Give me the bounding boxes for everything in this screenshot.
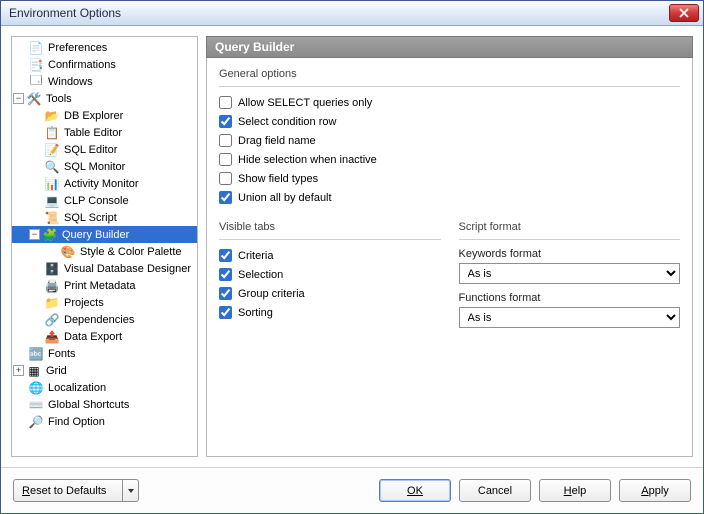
tree-item-table-editor[interactable]: 📋Table Editor <box>12 124 197 141</box>
tools-icon: 🛠️ <box>26 91 42 107</box>
tree-item-sql-script[interactable]: 📜SQL Script <box>12 209 197 226</box>
reset-defaults-button[interactable]: Reset to Defaults <box>13 479 139 502</box>
tree-item-sql-monitor[interactable]: 🔍SQL Monitor <box>12 158 197 175</box>
query-builder-icon: 🧩 <box>42 227 58 243</box>
keywords-format-select[interactable]: As is <box>459 263 681 284</box>
fonts-icon: 🔤 <box>28 346 44 362</box>
windows-icon: 🗔 <box>28 74 44 90</box>
script-format-heading: Script format <box>459 221 681 233</box>
sql-monitor-icon: 🔍 <box>44 159 60 175</box>
tree-item-projects[interactable]: 📁Projects <box>12 294 197 311</box>
tree-item-grid[interactable]: +▦Grid <box>12 362 197 379</box>
keywords-format-label: Keywords format <box>459 248 681 260</box>
reset-dropdown-caret[interactable] <box>123 479 139 502</box>
options-panel: General options Allow SELECT queries onl… <box>206 58 693 457</box>
page-title: Query Builder <box>206 36 693 58</box>
vdd-icon: 🗄️ <box>44 261 60 277</box>
tree-item-activity-monitor[interactable]: 📊Activity Monitor <box>12 175 197 192</box>
allow-select-checkbox[interactable]: Allow SELECT queries only <box>219 93 680 112</box>
sql-editor-icon: 📝 <box>44 142 60 158</box>
table-editor-icon: 📋 <box>44 125 60 141</box>
tree-item-global-shortcuts[interactable]: ⌨️Global Shortcuts <box>12 396 197 413</box>
apply-button[interactable]: Apply <box>619 479 691 502</box>
tree-item-style-color[interactable]: 🎨Style & Color Palette <box>12 243 197 260</box>
print-icon: 🖨️ <box>44 278 60 294</box>
show-types-checkbox[interactable]: Show field types <box>219 169 680 188</box>
sql-script-icon: 📜 <box>44 210 60 226</box>
grid-icon: ▦ <box>26 363 42 379</box>
functions-format-label: Functions format <box>459 292 681 304</box>
tree-item-query-builder[interactable]: −🧩Query Builder <box>12 226 197 243</box>
titlebar[interactable]: Environment Options <box>1 1 703 26</box>
projects-icon: 📁 <box>44 295 60 311</box>
hide-selection-checkbox[interactable]: Hide selection when inactive <box>219 150 680 169</box>
tree-item-localization[interactable]: 🌐Localization <box>12 379 197 396</box>
tree-item-sql-editor[interactable]: 📝SQL Editor <box>12 141 197 158</box>
window-title: Environment Options <box>5 6 669 20</box>
drag-field-checkbox[interactable]: Drag field name <box>219 131 680 150</box>
dependencies-icon: 🔗 <box>44 312 60 328</box>
find-icon: 🔎 <box>28 414 44 430</box>
palette-icon: 🎨 <box>60 244 76 260</box>
window-frame: Environment Options 📄Preferences 📑Confir… <box>0 0 704 514</box>
collapse-icon[interactable]: − <box>13 93 24 104</box>
clp-console-icon: 💻 <box>44 193 60 209</box>
close-icon <box>679 8 689 18</box>
visible-tabs-heading: Visible tabs <box>219 221 441 233</box>
cancel-button[interactable]: Cancel <box>459 479 531 502</box>
tree-item-tools[interactable]: −🛠️Tools <box>12 90 197 107</box>
help-button[interactable]: Help <box>539 479 611 502</box>
group-criteria-checkbox[interactable]: Group criteria <box>219 284 441 303</box>
tree-item-print-metadata[interactable]: 🖨️Print Metadata <box>12 277 197 294</box>
chevron-down-icon <box>127 487 135 495</box>
collapse-icon[interactable]: − <box>29 229 40 240</box>
activity-monitor-icon: 📊 <box>44 176 60 192</box>
selection-checkbox[interactable]: Selection <box>219 265 441 284</box>
ok-button[interactable]: OK <box>379 479 451 502</box>
localization-icon: 🌐 <box>28 380 44 396</box>
tree-item-clp-console[interactable]: 💻CLP Console <box>12 192 197 209</box>
select-condition-checkbox[interactable]: Select condition row <box>219 112 680 131</box>
criteria-checkbox[interactable]: Criteria <box>219 246 441 265</box>
tree-item-preferences[interactable]: 📄Preferences <box>12 39 197 56</box>
tree-item-db-explorer[interactable]: 📂DB Explorer <box>12 107 197 124</box>
functions-format-select[interactable]: As is <box>459 307 681 328</box>
button-bar: Reset to Defaults OK Cancel Help Apply <box>1 467 703 513</box>
close-button[interactable] <box>669 4 699 22</box>
general-options-heading: General options <box>219 68 680 80</box>
db-explorer-icon: 📂 <box>44 108 60 124</box>
expand-icon[interactable]: + <box>13 365 24 376</box>
export-icon: 📤 <box>44 329 60 345</box>
tree-item-data-export[interactable]: 📤Data Export <box>12 328 197 345</box>
sorting-checkbox[interactable]: Sorting <box>219 303 441 322</box>
union-all-checkbox[interactable]: Union all by default <box>219 188 680 207</box>
tree-item-vdd[interactable]: 🗄️Visual Database Designer <box>12 260 197 277</box>
tree-item-find-option[interactable]: 🔎Find Option <box>12 413 197 430</box>
reset-label: eset to Defaults <box>30 485 106 497</box>
tree-item-windows[interactable]: 🗔Windows <box>12 73 197 90</box>
tree-item-dependencies[interactable]: 🔗Dependencies <box>12 311 197 328</box>
shortcuts-icon: ⌨️ <box>28 397 44 413</box>
preferences-icon: 📄 <box>28 40 44 56</box>
tree-item-fonts[interactable]: 🔤Fonts <box>12 345 197 362</box>
navigation-tree[interactable]: 📄Preferences 📑Confirmations 🗔Windows −🛠️… <box>11 36 198 457</box>
